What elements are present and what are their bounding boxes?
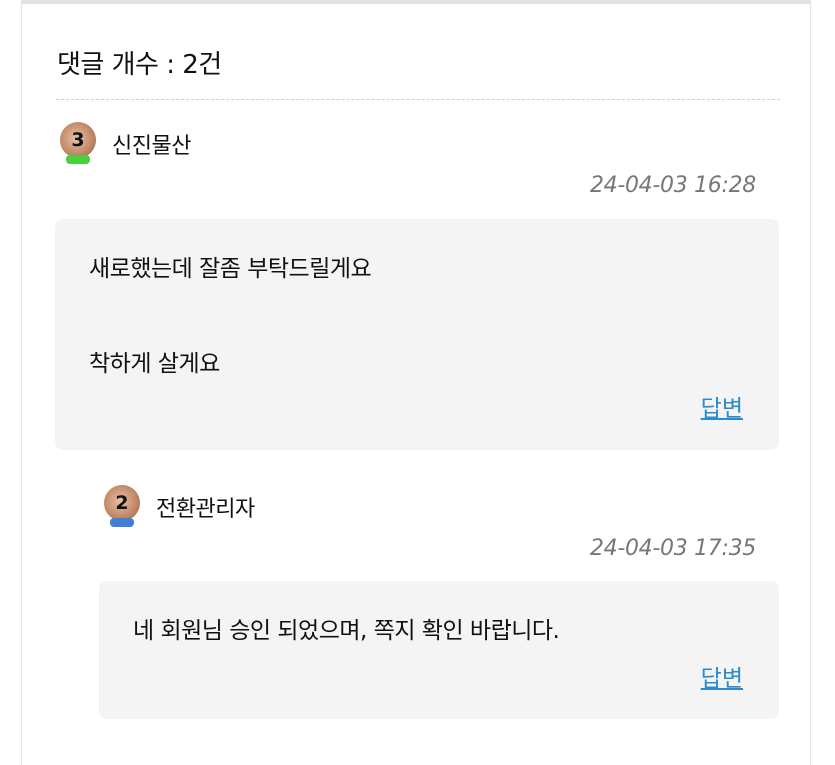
comment-count-title: 댓글 개수 : 2건 (57, 50, 222, 80)
comment-author: 2 전환관리자 (102, 485, 255, 529)
author-name[interactable]: 신진물산 (112, 128, 191, 160)
level-badge-icon: 3 (58, 122, 98, 166)
reply-body: 네 회원님 승인 되었으며, 쪽지 확인 바랍니다. 답변 (99, 581, 779, 719)
comment-text: 새로했는데 잘좀 부탁드릴게요 (89, 256, 372, 282)
comment-date: 24-04-03 17:35 (589, 536, 756, 561)
comment-body: 새로했는데 잘좀 부탁드릴게요 착하게 살게요 답변 (55, 219, 779, 450)
comment-panel: 댓글 개수 : 2건 3 신진물산 24-04-03 16:28 새로했는데 잘… (21, 0, 811, 765)
author-name[interactable]: 전환관리자 (156, 491, 255, 523)
comment-text: 네 회원님 승인 되었으며, 쪽지 확인 바랍니다. (133, 618, 560, 644)
comment-text: 착하게 살게요 (89, 351, 220, 377)
reply-link[interactable]: 답변 (701, 389, 743, 423)
reply-link[interactable]: 답변 (701, 659, 743, 693)
comment-author: 3 신진물산 (58, 122, 191, 166)
comment-date: 24-04-03 16:28 (589, 173, 756, 198)
divider (56, 99, 780, 100)
level-badge-icon: 2 (102, 485, 142, 529)
